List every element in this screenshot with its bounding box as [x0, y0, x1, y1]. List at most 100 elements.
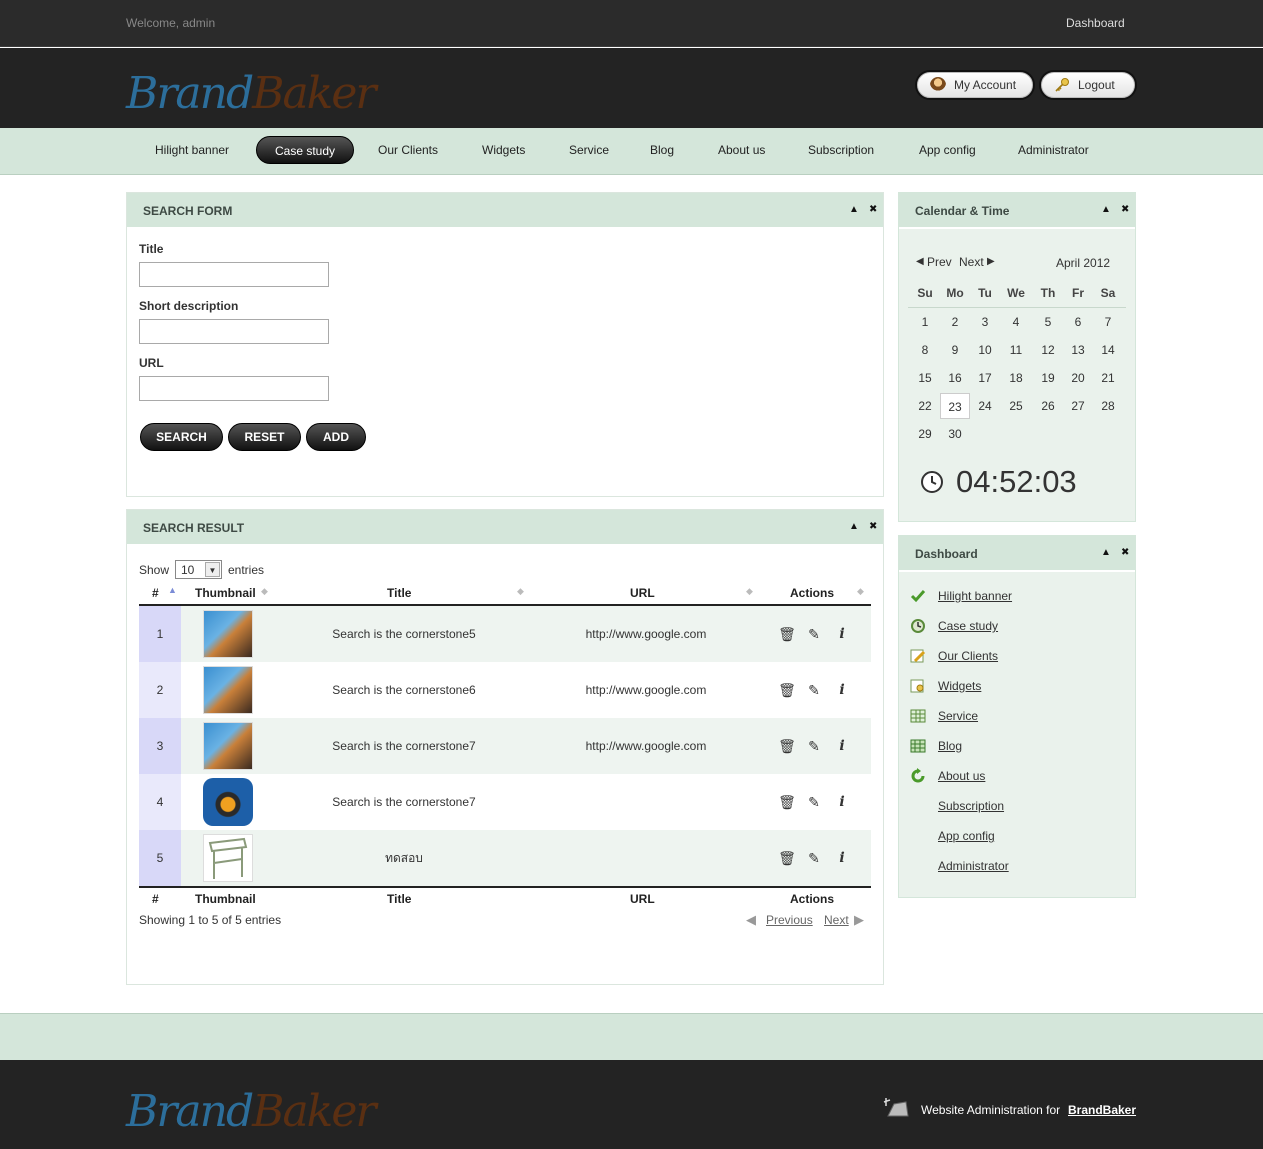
- calendar-day[interactable]: 1: [910, 309, 940, 335]
- brand-logo[interactable]: BrandBaker: [126, 68, 376, 119]
- sort-asc-icon[interactable]: ▲: [168, 585, 177, 595]
- collapse-icon[interactable]: ▲: [849, 204, 859, 215]
- nav-administrator[interactable]: Administrator: [1000, 136, 1107, 164]
- calendar-day[interactable]: 13: [1063, 337, 1093, 363]
- calendar-day[interactable]: 11: [1001, 337, 1031, 363]
- dashboard-link[interactable]: Blog: [938, 739, 962, 753]
- add-button[interactable]: ADD: [306, 423, 366, 451]
- calendar-day[interactable]: 30: [940, 421, 970, 447]
- previous-link[interactable]: Previous: [766, 913, 813, 927]
- sort-icon[interactable]: ◆: [517, 586, 524, 597]
- footer-brand-link[interactable]: BrandBaker: [1068, 1103, 1136, 1117]
- calendar-day[interactable]: 2: [940, 309, 970, 335]
- nav-blog[interactable]: Blog: [632, 136, 692, 164]
- calendar-day[interactable]: 17: [970, 365, 1000, 391]
- calendar-day[interactable]: 20: [1063, 365, 1093, 391]
- calendar-day[interactable]: 24: [970, 393, 1000, 419]
- close-icon[interactable]: ✖: [1121, 204, 1129, 215]
- search-button[interactable]: SEARCH: [140, 423, 223, 451]
- col-number[interactable]: #: [152, 586, 159, 600]
- edit-icon[interactable]: ✎: [805, 737, 823, 755]
- col-thumbnail[interactable]: Thumbnail: [195, 586, 256, 600]
- trash-icon[interactable]: 🗑: [778, 625, 796, 643]
- calendar-day[interactable]: 15: [910, 365, 940, 391]
- dashboard-link[interactable]: About us: [938, 769, 985, 783]
- nav-hilight-banner[interactable]: Hilight banner: [137, 136, 247, 164]
- edit-icon[interactable]: ✎: [805, 849, 823, 867]
- calendar-day[interactable]: 12: [1033, 337, 1063, 363]
- next-arrow-icon[interactable]: ▶: [987, 256, 995, 267]
- sort-icon[interactable]: ◆: [261, 586, 268, 597]
- chevron-down-icon[interactable]: ▼: [205, 562, 220, 577]
- info-icon[interactable]: i: [833, 625, 851, 643]
- info-icon[interactable]: i: [833, 737, 851, 755]
- calendar-day[interactable]: 16: [940, 365, 970, 391]
- sort-icon[interactable]: ◆: [857, 586, 864, 597]
- info-icon[interactable]: i: [833, 681, 851, 699]
- col-url[interactable]: URL: [630, 586, 655, 600]
- calendar-day[interactable]: 26: [1033, 393, 1063, 419]
- calendar-day[interactable]: 5: [1033, 309, 1063, 335]
- dashboard-link[interactable]: App config: [938, 829, 995, 843]
- dashboard-link[interactable]: Administrator: [938, 859, 1009, 873]
- prev-arrow-icon[interactable]: ◀: [916, 256, 924, 267]
- nav-subscription[interactable]: Subscription: [790, 136, 892, 164]
- close-icon[interactable]: ✖: [1121, 547, 1129, 558]
- edit-icon[interactable]: ✎: [805, 625, 823, 643]
- info-icon[interactable]: i: [833, 793, 851, 811]
- sort-icon[interactable]: ◆: [746, 586, 753, 597]
- trash-icon[interactable]: 🗑: [778, 737, 796, 755]
- close-icon[interactable]: ✖: [869, 521, 877, 532]
- calendar-day[interactable]: 10: [970, 337, 1000, 363]
- collapse-icon[interactable]: ▲: [1101, 547, 1111, 558]
- trash-icon[interactable]: 🗑: [778, 681, 796, 699]
- trash-icon[interactable]: 🗑: [778, 793, 796, 811]
- calendar-today[interactable]: 23: [940, 393, 970, 419]
- calendar-day[interactable]: 6: [1063, 309, 1093, 335]
- dashboard-link[interactable]: Widgets: [938, 679, 981, 693]
- edit-icon[interactable]: ✎: [805, 793, 823, 811]
- title-input[interactable]: [139, 262, 329, 287]
- calendar-day[interactable]: 21: [1093, 365, 1123, 391]
- calendar-day[interactable]: 3: [970, 309, 1000, 335]
- arrow-right-icon[interactable]: ▶: [854, 912, 864, 928]
- col-title[interactable]: Title: [387, 586, 411, 600]
- dashboard-link[interactable]: Our Clients: [938, 649, 998, 663]
- my-account-button[interactable]: My Account: [917, 72, 1033, 98]
- calendar-next[interactable]: Next: [959, 255, 984, 269]
- calendar-prev[interactable]: Prev: [927, 255, 952, 269]
- page-size-select[interactable]: 10 ▼: [175, 560, 222, 579]
- close-icon[interactable]: ✖: [869, 204, 877, 215]
- url-input[interactable]: [139, 376, 329, 401]
- dashboard-link[interactable]: Service: [938, 709, 978, 723]
- calendar-day[interactable]: 7: [1093, 309, 1123, 335]
- col-actions[interactable]: Actions: [790, 586, 834, 600]
- trash-icon[interactable]: 🗑: [778, 849, 796, 867]
- next-link[interactable]: Next: [824, 913, 849, 927]
- calendar-day[interactable]: 18: [1001, 365, 1031, 391]
- dashboard-link[interactable]: Subscription: [938, 799, 1004, 813]
- short-description-input[interactable]: [139, 319, 329, 344]
- nav-case-study[interactable]: Case study: [256, 136, 355, 164]
- reset-button[interactable]: RESET: [228, 423, 301, 451]
- dashboard-link[interactable]: Hilight banner: [938, 589, 1012, 603]
- calendar-day[interactable]: 25: [1001, 393, 1031, 419]
- calendar-day[interactable]: 29: [910, 421, 940, 447]
- dashboard-link[interactable]: Case study: [938, 619, 998, 633]
- nav-our-clients[interactable]: Our Clients: [360, 136, 456, 164]
- calendar-day[interactable]: 4: [1001, 309, 1031, 335]
- nav-widgets[interactable]: Widgets: [464, 136, 543, 164]
- nav-app-config[interactable]: App config: [901, 136, 994, 164]
- calendar-day[interactable]: 9: [940, 337, 970, 363]
- collapse-icon[interactable]: ▲: [1101, 204, 1111, 215]
- collapse-icon[interactable]: ▲: [849, 521, 859, 532]
- nav-about-us[interactable]: About us: [700, 136, 783, 164]
- arrow-left-icon[interactable]: ◀: [746, 912, 756, 928]
- logout-button[interactable]: Logout: [1041, 72, 1135, 98]
- calendar-day[interactable]: 27: [1063, 393, 1093, 419]
- calendar-day[interactable]: 28: [1093, 393, 1123, 419]
- nav-service[interactable]: Service: [551, 136, 627, 164]
- calendar-day[interactable]: 8: [910, 337, 940, 363]
- info-icon[interactable]: i: [833, 849, 851, 867]
- calendar-day[interactable]: 19: [1033, 365, 1063, 391]
